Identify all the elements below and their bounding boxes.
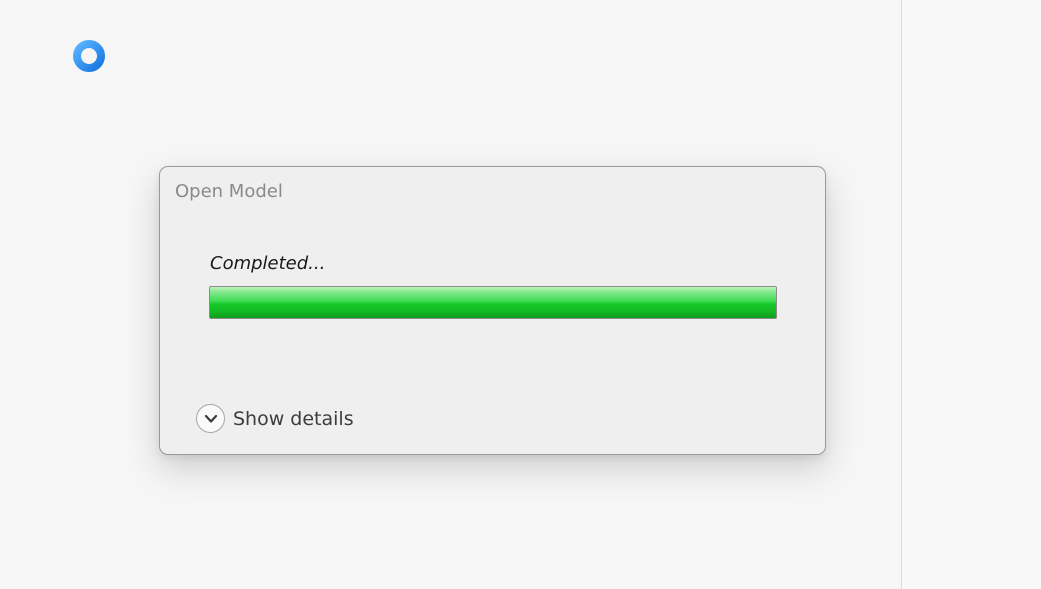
spinner-ring-icon [71,38,107,74]
show-details-label: Show details [233,407,354,430]
progress-status-text: Completed... [210,253,326,274]
show-details-toggle[interactable]: Show details [196,404,354,433]
right-side-pane [901,0,1041,589]
progress-bar-fill [210,287,776,318]
dialog-title: Open Model [175,181,283,202]
chevron-down-icon[interactable] [196,404,225,433]
open-model-dialog: Open Model Completed... Show details [159,166,826,455]
progress-bar [209,286,777,319]
